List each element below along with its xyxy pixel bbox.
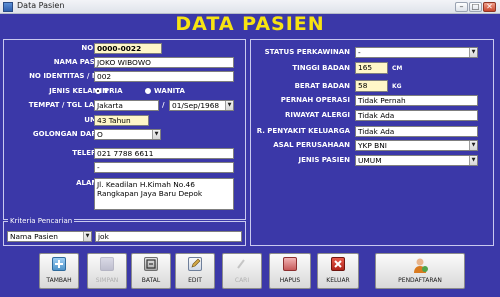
wanita-radio[interactable] bbox=[145, 88, 151, 94]
simpan-button-label: SIMPAN bbox=[95, 277, 119, 284]
patient-identity-panel: NO RM 0000-0022 NAMA PASIEN JOKO WIBOWO … bbox=[3, 39, 246, 220]
tinggi-badan-field[interactable]: 165 bbox=[355, 62, 388, 74]
tambah-button-label: TAMBAH bbox=[46, 277, 72, 284]
chevron-down-icon: ▼ bbox=[469, 156, 477, 165]
riwayat-penyakit-field[interactable]: Tidak Ada bbox=[355, 126, 478, 137]
batal-button-label: BATAL bbox=[141, 277, 161, 284]
jenis-pasien-value: UMUM bbox=[358, 156, 382, 165]
pria-radio[interactable] bbox=[95, 88, 101, 94]
tanggal-lahir-value: 01/Sep/1968 bbox=[172, 101, 220, 110]
app-icon bbox=[3, 2, 13, 12]
save-icon bbox=[100, 257, 114, 271]
edit-icon bbox=[188, 257, 202, 271]
title-bar: Data Pasien – □ ✕ bbox=[0, 0, 500, 14]
edit-button[interactable]: EDIT bbox=[175, 253, 215, 289]
edit-button-label: EDIT bbox=[188, 277, 202, 284]
asal-perusahaan-value: YKP BNI bbox=[358, 141, 387, 150]
status-perkawinan-select[interactable]: - ▼ bbox=[355, 47, 478, 58]
golongan-darah-select[interactable]: O ▼ bbox=[94, 129, 161, 140]
berat-badan-unit: KG bbox=[392, 83, 402, 90]
patient-details-panel: STATUS PERKAWINAN - ▼ TINGGI BADAN 165 C… bbox=[250, 39, 494, 246]
tinggi-badan-unit: CM bbox=[392, 65, 403, 72]
asal-perusahaan-label: ASAL PERUSAHAAN bbox=[273, 141, 350, 149]
jenis-pasien-label: JENIS PASIEN bbox=[298, 156, 350, 164]
cari-button-label: CARI bbox=[234, 277, 250, 284]
delete-icon bbox=[283, 257, 297, 271]
hapus-button-label: HAPUS bbox=[279, 277, 301, 284]
pernah-operasi-label: PERNAH OPERASI bbox=[280, 96, 350, 104]
riwayat-alergi-label: RIWAYAT ALERGI bbox=[284, 111, 350, 119]
jenis-pasien-select[interactable]: UMUM ▼ bbox=[355, 155, 478, 166]
keluar-button[interactable]: KELUAR bbox=[317, 253, 359, 289]
no-identitas-field[interactable]: 002 bbox=[94, 71, 234, 82]
search-criteria-select[interactable]: Nama Pasien ▼ bbox=[7, 231, 92, 242]
berat-badan-label: BERAT BADAN bbox=[294, 82, 350, 90]
alamat-line-2: Rangkapan Jaya Baru Depok bbox=[97, 189, 203, 198]
asal-perusahaan-select[interactable]: YKP BNI ▼ bbox=[355, 140, 478, 151]
berat-badan-field[interactable]: 58 bbox=[355, 80, 388, 92]
pendaftaran-button-label: PENDAFTARAN bbox=[398, 277, 442, 284]
riwayat-alergi-field[interactable]: Tidak Ada bbox=[355, 110, 478, 121]
batal-button[interactable]: BATAL bbox=[131, 253, 171, 289]
status-perkawinan-label: STATUS PERKAWINAN bbox=[264, 48, 350, 56]
window-title: Data Pasien bbox=[17, 1, 65, 10]
add-icon bbox=[52, 257, 66, 271]
wanita-radio-label: WANITA bbox=[154, 87, 185, 95]
golongan-darah-value: O bbox=[97, 130, 103, 139]
no-rm-field[interactable]: 0000-0022 bbox=[94, 43, 162, 54]
chevron-down-icon: ▼ bbox=[469, 48, 477, 57]
search-criteria-value: Nama Pasien bbox=[10, 232, 58, 241]
chevron-down-icon: ▼ bbox=[152, 130, 160, 139]
alamat-line-1: Jl. Keadilan H.Kimah No.46 bbox=[97, 180, 195, 189]
search-criteria-legend: Kriteria Pencarian bbox=[8, 217, 75, 226]
chevron-down-icon: ▼ bbox=[83, 232, 91, 241]
chevron-down-icon: ▼ bbox=[469, 141, 477, 150]
tanggal-lahir-picker[interactable]: 01/Sep/1968 ▼ bbox=[169, 100, 234, 111]
close-button[interactable]: ✕ bbox=[483, 2, 496, 12]
chevron-down-icon: ▼ bbox=[225, 101, 233, 110]
maximize-button[interactable]: □ bbox=[469, 2, 482, 12]
simpan-button[interactable]: SIMPAN bbox=[87, 253, 127, 289]
riwayat-penyakit-label: R. PENYAKIT KELUARGA bbox=[256, 127, 350, 135]
patient-data-window: Data Pasien – □ ✕ DATA PASIEN NO RM 0000… bbox=[0, 0, 500, 297]
tinggi-badan-label: TINGGI BADAN bbox=[292, 64, 350, 72]
cancel-icon bbox=[144, 257, 158, 271]
nama-pasien-field[interactable]: JOKO WIBOWO bbox=[94, 57, 234, 68]
status-perkawinan-value: - bbox=[358, 48, 361, 57]
tambah-button[interactable]: TAMBAH bbox=[39, 253, 79, 289]
hp-field[interactable]: - bbox=[94, 162, 234, 173]
ttl-separator: / bbox=[162, 101, 165, 109]
keluar-button-label: KELUAR bbox=[326, 277, 350, 284]
page-title: DATA PASIEN bbox=[175, 13, 325, 35]
alamat-field[interactable]: Jl. Keadilan H.Kimah No.46 Rangkapan Jay… bbox=[94, 178, 234, 210]
pria-radio-label: PRIA bbox=[104, 87, 123, 95]
telepon-field[interactable]: 021 7788 6611 bbox=[94, 148, 234, 159]
tempat-lahir-field[interactable]: Jakarta bbox=[94, 100, 159, 111]
exit-icon bbox=[331, 257, 345, 271]
hapus-button[interactable]: HAPUS bbox=[269, 253, 311, 289]
registration-icon bbox=[411, 256, 429, 274]
minimize-button[interactable]: – bbox=[455, 2, 468, 12]
search-icon bbox=[235, 257, 249, 271]
search-criteria-group: Kriteria Pencarian Nama Pasien ▼ jok bbox=[3, 217, 246, 246]
pernah-operasi-field[interactable]: Tidak Pernah bbox=[355, 95, 478, 106]
search-input[interactable]: jok bbox=[95, 231, 242, 242]
pendaftaran-button[interactable]: PENDAFTARAN bbox=[375, 253, 465, 289]
cari-button[interactable]: CARI bbox=[222, 253, 262, 289]
umur-field[interactable]: 43 Tahun bbox=[94, 115, 149, 126]
